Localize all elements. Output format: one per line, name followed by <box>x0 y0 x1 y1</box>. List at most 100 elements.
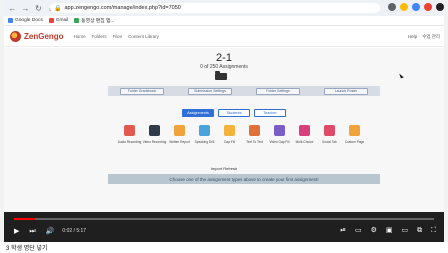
progress-fill <box>14 218 35 220</box>
assignment-type-tile[interactable]: Video Recording <box>143 125 166 144</box>
assignment-type-tile[interactable]: Text To Text <box>246 125 263 144</box>
assignment-type-label: Audio Recording <box>117 140 142 144</box>
tab-teacher[interactable]: Teacher <box>254 109 286 117</box>
bookmarks-bar: Google Docs Gmail 동영상 편집 앱... <box>4 16 444 26</box>
fullscreen-icon[interactable]: ⛶ <box>431 227 436 234</box>
assignment-type-label: Custom Page <box>344 140 365 144</box>
share-icon[interactable] <box>388 3 396 11</box>
star-icon[interactable] <box>400 3 408 11</box>
folder-settings-button[interactable]: Folder Settings <box>256 87 300 95</box>
bookmark-item[interactable]: 동영상 편집 앱... <box>74 17 114 24</box>
play-icon[interactable]: ▶ <box>14 228 19 235</box>
bookmark-label: 동영상 편집 앱... <box>81 19 115 24</box>
lock-icon: 🔒 <box>54 5 62 12</box>
browser-toolbar: ← → ↻ ⌂ 🔒 app.zengengo.com/manage/index.… <box>4 0 444 16</box>
submission-settings-button[interactable]: Submission Settings <box>188 87 232 95</box>
time-display: 0:02 / 5:17 <box>62 228 87 234</box>
assignment-type-label: Video Gap Fill <box>269 140 290 144</box>
page-title: 2-1 <box>216 52 232 64</box>
back-icon[interactable]: ← <box>8 4 17 13</box>
extension-icons <box>388 3 444 11</box>
assignment-type-label: Written Report <box>169 140 190 144</box>
help-link[interactable]: Help <box>408 34 417 40</box>
tab-students[interactable]: Students <box>218 109 250 117</box>
assignment-type-label: Video Recording <box>142 140 167 144</box>
google-docs-icon <box>8 18 13 23</box>
app-logo[interactable]: ZenGengo <box>24 32 64 41</box>
assignment-type-label: Speaking Drill <box>194 140 215 144</box>
next-icon[interactable]: ⏭ <box>29 228 35 235</box>
autoplay-icon[interactable]: ⏯ <box>340 227 346 234</box>
assignment-type-tile[interactable]: Written Report <box>169 125 190 144</box>
app-nav: Home Folders Files Content Library <box>74 34 159 39</box>
volume-icon[interactable]: 🔊 <box>46 228 55 235</box>
cast-icon[interactable]: ⧉ <box>417 227 422 234</box>
miniplayer-icon[interactable]: ▣ <box>386 227 393 234</box>
folder-gradebook-button[interactable]: Folder Gradebook <box>120 87 164 95</box>
video-player[interactable]: ← → ↻ ⌂ 🔒 app.zengengo.com/manage/index.… <box>4 0 444 242</box>
player-right-controls: ⏯ ▭ ⚙ ▣ ▭ ⧉ ⛶ <box>340 227 436 234</box>
assignment-type-icon <box>199 125 210 136</box>
assignment-type-label: Multi-Choice <box>295 140 314 144</box>
progress-bar[interactable] <box>14 218 434 220</box>
assignment-type-label: Social Tab <box>322 140 337 144</box>
assignment-type-icon <box>324 125 335 136</box>
bookmark-item[interactable]: Gmail <box>48 18 69 23</box>
address-bar[interactable]: 🔒 app.zengengo.com/manage/index.php?id=7… <box>50 3 380 13</box>
launch-poster-button[interactable]: Launch Poster <box>324 87 368 95</box>
mouse-cursor-icon <box>399 72 404 79</box>
theater-icon[interactable]: ▭ <box>401 227 408 234</box>
assignment-type-tile[interactable]: Gap Fill <box>221 125 238 144</box>
url-text: app.zengengo.com/manage/index.php?id=705… <box>64 5 181 11</box>
assignment-type-icon <box>349 125 360 136</box>
extension-icon[interactable] <box>412 3 420 11</box>
nav-folders[interactable]: Folders <box>92 34 107 39</box>
bookmark-item[interactable]: Google Docs <box>8 18 43 23</box>
record-icon[interactable] <box>424 3 432 11</box>
bookmark-label: Google Docs <box>15 18 43 23</box>
header-right: Help 수업 관리 <box>408 34 440 40</box>
assignment-type-tile[interactable]: Custom Page <box>344 125 365 144</box>
forward-icon[interactable]: → <box>21 4 30 13</box>
assignment-type-tiles: Audio Recording Video Recording Written Re… <box>118 125 365 144</box>
page: ← → ↻ ⌂ 🔒 app.zengengo.com/manage/index.… <box>0 0 448 253</box>
folder-icon <box>215 71 227 80</box>
gmail-icon <box>48 18 54 23</box>
empty-state-banner: Choose one of the assignment types above… <box>108 174 380 184</box>
tab-assignments[interactable]: Assignments <box>182 109 214 117</box>
subtitles-icon[interactable]: ▭ <box>355 227 362 234</box>
assignment-type-icon <box>149 125 160 136</box>
assignment-type-icon <box>274 125 285 136</box>
reload-icon[interactable]: ↻ <box>34 4 43 13</box>
assignment-type-icon <box>224 125 235 136</box>
assignment-type-tile[interactable]: Video Gap Fill <box>269 125 290 144</box>
recorded-browser: ← → ↻ ⌂ 🔒 app.zengengo.com/manage/index.… <box>4 0 444 212</box>
import-refresh-links[interactable]: Import Refresh <box>4 166 444 171</box>
assignment-count: 0 of 250 Assignments <box>200 64 248 70</box>
assignment-type-icon <box>249 125 260 136</box>
assignment-type-label: Text To Text <box>246 140 263 144</box>
nav-home[interactable]: Home <box>74 34 86 39</box>
right-margin <box>444 0 448 242</box>
video-app-icon <box>74 18 80 23</box>
video-caption: 3 학생 명단 넣기 <box>6 246 48 252</box>
nav-files[interactable]: Files <box>113 34 123 39</box>
assignment-type-tile[interactable]: Social Tab <box>321 125 338 144</box>
assignment-type-icon <box>174 125 185 136</box>
zengengo-logo-icon <box>10 31 21 42</box>
menu-icon[interactable] <box>436 3 444 11</box>
player-controls: ▶ ⏭ 🔊 0:02 / 5:17 ⏯ ▭ ⚙ ▣ ▭ ⧉ ⛶ <box>4 224 444 238</box>
assignment-type-label: Gap Fill <box>224 140 235 144</box>
settings-icon[interactable]: ⚙ <box>371 227 377 234</box>
tab-row: Assignments Students Teacher <box>182 109 286 117</box>
assignment-type-icon <box>299 125 310 136</box>
account-link[interactable]: 수업 관리 <box>422 34 440 40</box>
assignment-type-tile[interactable]: Audio Recording <box>118 125 141 144</box>
assignment-type-icon <box>124 125 135 136</box>
assignment-type-tile[interactable]: Multi-Choice <box>296 125 313 144</box>
nav-content-library[interactable]: Content Library <box>128 34 159 39</box>
assignment-type-tile[interactable]: Speaking Drill <box>194 125 215 144</box>
main-content: 2-1 0 of 250 Assignments Folder Gradeboo… <box>4 48 444 212</box>
bookmark-label: Gmail <box>55 18 69 23</box>
folder-actions-panel: Folder Gradebook Submission Settings Fol… <box>108 86 380 96</box>
